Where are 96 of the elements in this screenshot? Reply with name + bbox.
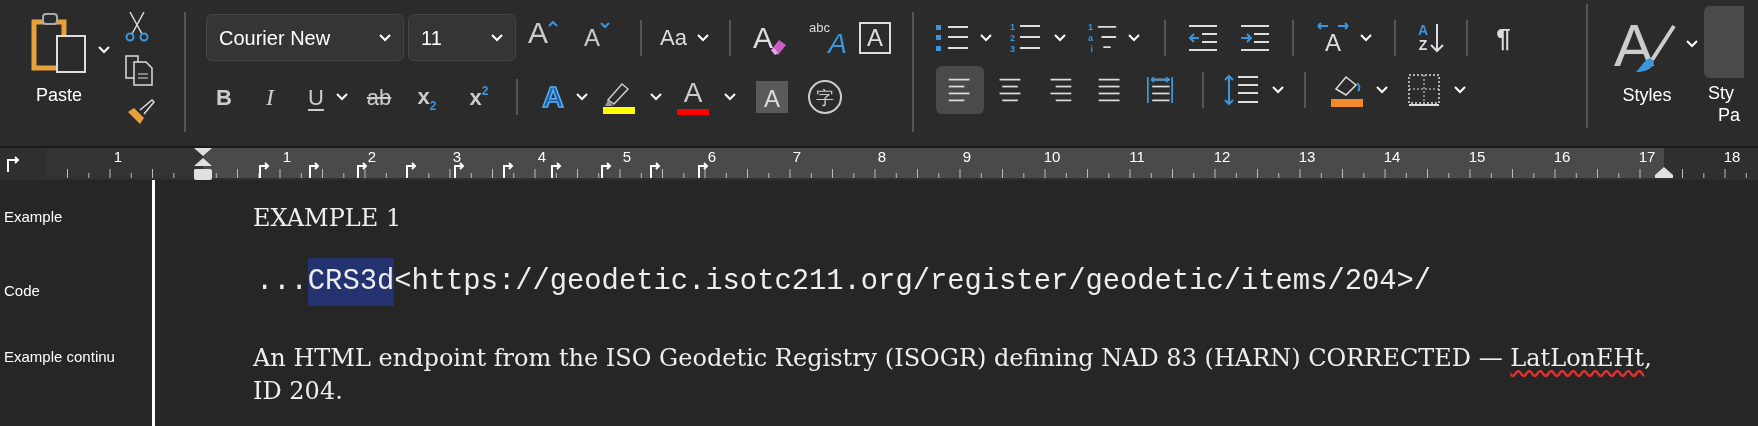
ruler-number: 12 (1213, 149, 1231, 164)
caret-icon[interactable] (336, 93, 348, 101)
ruler-number: 13 (1298, 149, 1316, 164)
ruler-number: 3 (452, 149, 462, 164)
ruler-number: 7 (792, 149, 802, 164)
ruler-number: 9 (962, 149, 972, 164)
tab-stop-icon[interactable] (258, 162, 270, 178)
code-line: ...CRS3d<https://geodetic.isotc211.org/register/geodetic/items/204>/ (256, 258, 1432, 306)
caret-up-icon (548, 19, 558, 27)
sort-button[interactable]: A Z (1418, 23, 1445, 53)
caret-icon[interactable] (98, 46, 110, 54)
caret-icon[interactable] (1686, 40, 1698, 48)
tab-stop-icon[interactable] (649, 162, 661, 178)
text-direction-button[interactable]: A (1316, 21, 1350, 55)
caret-icon[interactable] (724, 93, 736, 101)
strikethrough-button[interactable]: ab (362, 80, 396, 114)
ruler-number: 10 (1043, 149, 1061, 164)
ruler-number: 6 (707, 149, 717, 164)
font-name-dropdown[interactable]: Courier New (206, 14, 404, 61)
ruler[interactable]: 1 1 2 3 4 5 6 7 8 9 10 11 12 13 14 15 16 17 18 (0, 148, 1758, 180)
ruler-number: 16 (1553, 149, 1571, 164)
styles-pane-icon (1704, 6, 1744, 78)
paste-button[interactable]: Paste (28, 12, 90, 130)
style-name: Example (4, 208, 63, 225)
tab-stop-icon[interactable] (405, 162, 417, 178)
tab-selector-icon[interactable] (6, 156, 20, 172)
show-formatting-button[interactable]: ¶ (1496, 18, 1511, 58)
styles-pane-button[interactable]: Sty Pa (1704, 6, 1744, 126)
caret-icon (379, 33, 391, 42)
caret-icon (491, 33, 503, 42)
tab-stop-icon[interactable] (453, 162, 465, 178)
arrows-icon (1316, 21, 1350, 31)
subscript-button[interactable]: x$_{2}$ (410, 79, 444, 115)
tab-stop-icon[interactable] (502, 162, 514, 178)
clear-formatting-button[interactable]: A (752, 19, 787, 56)
paint-bucket-icon[interactable] (1330, 73, 1364, 107)
bullets-button[interactable] (936, 23, 970, 53)
caret-icon[interactable] (1376, 86, 1388, 94)
style-name: Code (4, 282, 40, 299)
style-name: Example continu (4, 348, 115, 365)
superscript-button[interactable]: x$^{2}$ (462, 80, 496, 114)
bold-button[interactable]: B (210, 80, 238, 114)
tab-stop-icon[interactable] (550, 162, 562, 178)
ruler-number: 14 (1383, 149, 1401, 164)
numbering-button[interactable]: 1 2 3 (1010, 22, 1044, 54)
caret-icon[interactable] (650, 93, 662, 101)
increase-indent-icon[interactable] (1240, 24, 1270, 52)
font-size-dropdown[interactable]: 11 (408, 14, 516, 61)
copy-icon[interactable] (124, 54, 154, 86)
caret-icon (600, 21, 610, 29)
underline-button[interactable]: U (302, 80, 330, 114)
caret-icon[interactable] (1054, 34, 1066, 42)
scissors-icon[interactable] (124, 10, 150, 42)
ruler-number: 8 (877, 149, 887, 164)
ruler-number: 15 (1468, 149, 1486, 164)
caret-icon[interactable] (1128, 34, 1140, 42)
heading: EXAMPLE 1 (253, 203, 403, 234)
caret-icon[interactable] (1454, 86, 1466, 94)
ruler-number: 1 (113, 149, 123, 164)
borders-icon[interactable] (1408, 74, 1440, 106)
character-border-button[interactable]: A (858, 21, 891, 54)
caret-icon[interactable] (1272, 86, 1284, 94)
align-left-button[interactable] (936, 66, 984, 114)
multilevel-list-button[interactable]: 1 a i (1084, 22, 1118, 54)
ruler-number: 17 (1638, 149, 1656, 164)
highlighter-icon[interactable] (602, 80, 636, 114)
ruler-number: 4 (537, 149, 547, 164)
ruler-number: 5 (622, 149, 632, 164)
ruler-number: 11 (1129, 149, 1145, 164)
caret-icon (696, 33, 709, 42)
align-distribute-icon (1145, 77, 1175, 103)
grow-font-button[interactable]: A (528, 17, 570, 58)
bullet-list-icon (936, 23, 970, 53)
font-color-button[interactable]: A (676, 79, 710, 115)
caret-icon[interactable] (576, 93, 588, 101)
ruler-number: 1 (282, 149, 292, 164)
shrink-font-button[interactable]: A (584, 17, 620, 58)
lines-icon (1018, 22, 1042, 52)
italic-button[interactable]: I (256, 79, 284, 115)
ruler-number: 18 (1723, 149, 1741, 164)
down-arrow-icon (1430, 23, 1445, 53)
change-case-button[interactable]: Aa (660, 21, 709, 54)
character-shading-button[interactable]: A (756, 81, 788, 113)
caret-icon[interactable] (1360, 34, 1372, 42)
right-indent-marker-icon[interactable] (1654, 166, 1674, 178)
tab-stop-icon[interactable] (356, 162, 368, 178)
tab-stop-icon[interactable] (600, 162, 612, 178)
paragraph: An HTML endpoint from the ISO Geodetic Registry (ISOGR) defining NAD 83 (HARN) CORRECTED — LatLonEHt, ID 204. (253, 343, 1653, 407)
decrease-indent-icon[interactable] (1188, 24, 1218, 52)
line-spacing-icon[interactable] (1224, 74, 1260, 106)
indent-marker-icon[interactable] (193, 148, 213, 180)
caret-icon[interactable] (980, 34, 992, 42)
enclose-characters-button[interactable]: 字 (808, 80, 842, 114)
tab-stop-icon[interactable] (697, 162, 709, 178)
tab-stop-icon[interactable] (308, 162, 320, 178)
ruler-number: 2 (367, 149, 377, 164)
